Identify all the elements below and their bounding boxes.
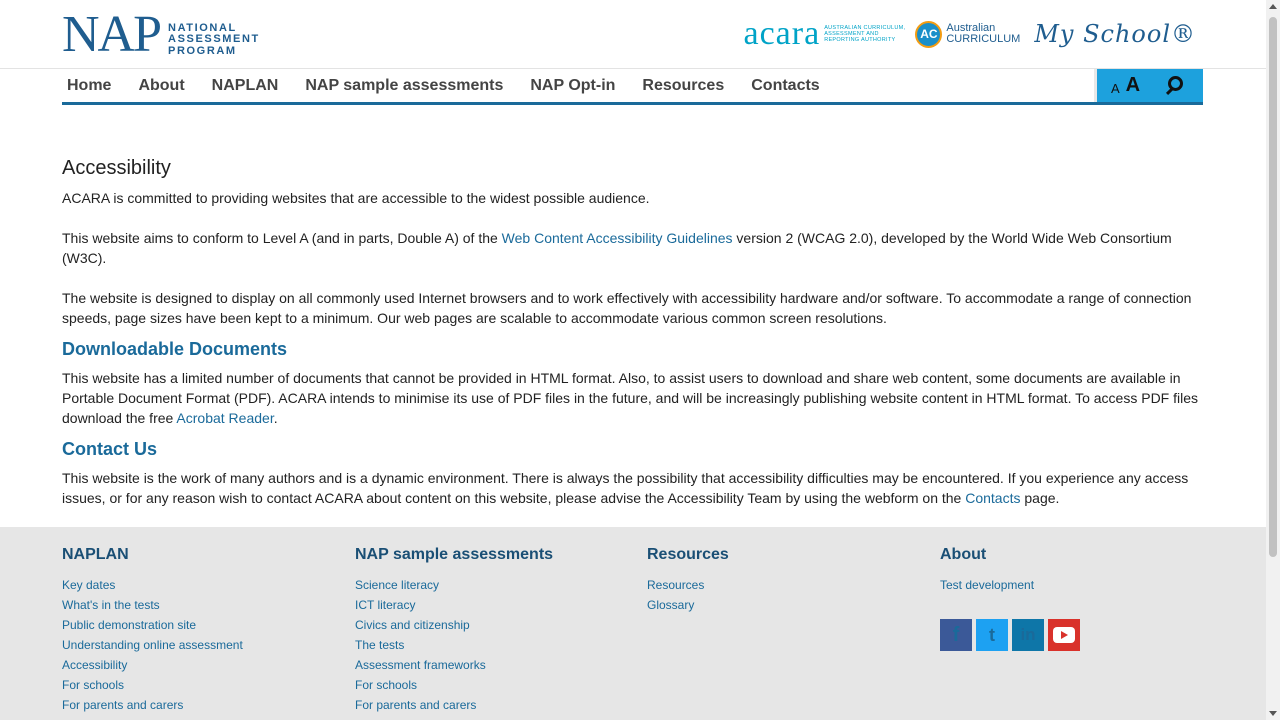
facebook-icon[interactable]: f xyxy=(940,619,972,651)
footer-link[interactable]: Glossary xyxy=(647,598,694,612)
nav-nap-opt-in[interactable]: NAP Opt-in xyxy=(530,77,615,95)
downloadable-documents-heading: Downloadable Documents xyxy=(62,339,288,359)
ac-logo-text: Australian CURRICULUM xyxy=(946,23,1020,45)
contacts-link[interactable]: Contacts xyxy=(965,490,1020,506)
footer-link[interactable]: ICT literacy xyxy=(355,598,415,612)
acrobat-reader-link[interactable]: Acrobat Reader xyxy=(176,410,273,426)
acara-logo-word: acara xyxy=(743,15,821,52)
page-title: Accessibility xyxy=(62,157,171,179)
scroll-down-arrow-icon[interactable] xyxy=(1269,711,1277,716)
footer-link[interactable]: Test development xyxy=(940,578,1034,592)
nav-nap-sample-assessments[interactable]: NAP sample assessments xyxy=(305,77,503,95)
nap-logo[interactable]: NAP NATIONAL ASSESSMENT PROGRAM xyxy=(62,6,260,63)
footer-link[interactable]: Civics and citizenship xyxy=(355,618,470,632)
wcag-text-before: This website aims to conform to Level A … xyxy=(62,230,502,246)
nap-logo-text: NATIONAL ASSESSMENT PROGRAM xyxy=(168,22,260,59)
footer-links-about: Test development xyxy=(940,575,1080,595)
footer-link[interactable]: For schools xyxy=(62,678,124,692)
youtube-icon[interactable] xyxy=(1048,619,1080,651)
footer-col-nap-sample: NAP sample assessments Science literacy … xyxy=(355,545,553,715)
footer-link[interactable]: Resources xyxy=(647,578,704,592)
footer-links-naplan: Key dates What's in the tests Public dem… xyxy=(62,575,243,715)
footer-heading-naplan: NAPLAN xyxy=(62,546,129,563)
myschool-logo[interactable]: My School® xyxy=(1034,20,1196,48)
main-content: Accessibility ACARA is committed to prov… xyxy=(62,155,1207,528)
footer-link[interactable]: The tests xyxy=(355,638,404,652)
twitter-icon[interactable]: t xyxy=(976,619,1008,651)
footer-link[interactable]: For parents and carers xyxy=(355,698,476,712)
linkedin-icon[interactable]: in xyxy=(1012,619,1044,651)
footer-heading-about: About xyxy=(940,546,987,563)
footer-col-resources: Resources Resources Glossary xyxy=(647,545,729,615)
footer-heading-resources: Resources xyxy=(647,546,729,563)
nav-tools: A A xyxy=(1094,69,1203,102)
footer-link[interactable]: What's in the tests xyxy=(62,598,160,612)
ac-logo-line2: CURRICULUM xyxy=(946,33,1021,45)
documents-text-after: . xyxy=(273,410,278,426)
footer-links-resources: Resources Glossary xyxy=(647,575,729,615)
youtube-play-icon xyxy=(1053,627,1075,643)
nav-home[interactable]: Home xyxy=(67,77,111,95)
contact-text-after: page. xyxy=(1020,490,1060,506)
nav-resources[interactable]: Resources xyxy=(642,77,724,95)
intro-paragraph: ACARA is committed to providing websites… xyxy=(62,190,650,206)
footer-link[interactable]: For parents and carers xyxy=(62,698,183,712)
footer-link[interactable]: For schools xyxy=(355,678,417,692)
site-footer: NAPLAN Key dates What's in the tests Pub… xyxy=(0,527,1266,720)
acara-logo-line3: REPORTING AUTHORITY xyxy=(824,37,896,43)
vertical-scrollbar[interactable] xyxy=(1266,0,1280,720)
footer-links-nap-sample: Science literacy ICT literacy Civics and… xyxy=(355,575,553,715)
nav-naplan[interactable]: NAPLAN xyxy=(212,77,279,95)
nap-logo-line3: PROGRAM xyxy=(168,44,237,57)
decrease-font-button[interactable]: A xyxy=(1111,81,1120,96)
footer-link[interactable]: Assessment frameworks xyxy=(355,658,486,672)
footer-col-about: About Test development f t in xyxy=(940,545,1080,651)
nap-logo-line2: ASSESSMENT xyxy=(168,33,260,45)
nap-logo-letters: NAP xyxy=(62,6,162,63)
footer-link[interactable]: Understanding online assessment xyxy=(62,638,243,652)
scroll-up-arrow-icon[interactable] xyxy=(1269,4,1277,9)
nav-about[interactable]: About xyxy=(138,77,184,95)
acara-logo[interactable]: acara AUSTRALIAN CURRICULUM, ASSESSMENT … xyxy=(744,17,906,51)
partner-logos: acara AUSTRALIAN CURRICULUM, ASSESSMENT … xyxy=(744,14,1197,54)
acara-logo-subtext: AUSTRALIAN CURRICULUM, ASSESSMENT AND RE… xyxy=(824,25,905,43)
site-header: NAP NATIONAL ASSESSMENT PROGRAM acara AU… xyxy=(0,0,1266,69)
footer-link[interactable]: Public demonstration site xyxy=(62,618,196,632)
footer-heading-nap-sample: NAP sample assessments xyxy=(355,546,554,563)
nav-contacts[interactable]: Contacts xyxy=(751,77,819,95)
wcag-link[interactable]: Web Content Accessibility Guidelines xyxy=(502,230,733,246)
contact-us-heading: Contact Us xyxy=(62,439,158,459)
increase-font-button[interactable]: A xyxy=(1126,74,1140,97)
ac-badge: AC xyxy=(915,20,943,48)
wcag-paragraph: This website aims to conform to Level A … xyxy=(62,228,1207,268)
social-links: f t in xyxy=(940,619,1080,651)
footer-col-naplan: NAPLAN Key dates What's in the tests Pub… xyxy=(62,545,243,715)
search-icon-handle xyxy=(1166,87,1174,95)
footer-link[interactable]: Key dates xyxy=(62,578,115,592)
footer-link[interactable]: Accessibility xyxy=(62,658,127,672)
browsers-paragraph: The website is designed to display on al… xyxy=(62,290,1192,326)
documents-paragraph: This website has a limited number of doc… xyxy=(62,368,1207,428)
contact-paragraph: This website is the work of many authors… xyxy=(62,468,1207,508)
search-icon[interactable] xyxy=(1164,75,1186,97)
footer-link[interactable]: Science literacy xyxy=(355,578,439,592)
australian-curriculum-logo[interactable]: AC Australian CURRICULUM xyxy=(915,20,1020,48)
nav-items: Home About NAPLAN NAP sample assessments… xyxy=(62,69,1203,102)
main-navigation: Home About NAPLAN NAP sample assessments… xyxy=(62,69,1203,105)
scroll-thumb[interactable] xyxy=(1269,17,1277,557)
